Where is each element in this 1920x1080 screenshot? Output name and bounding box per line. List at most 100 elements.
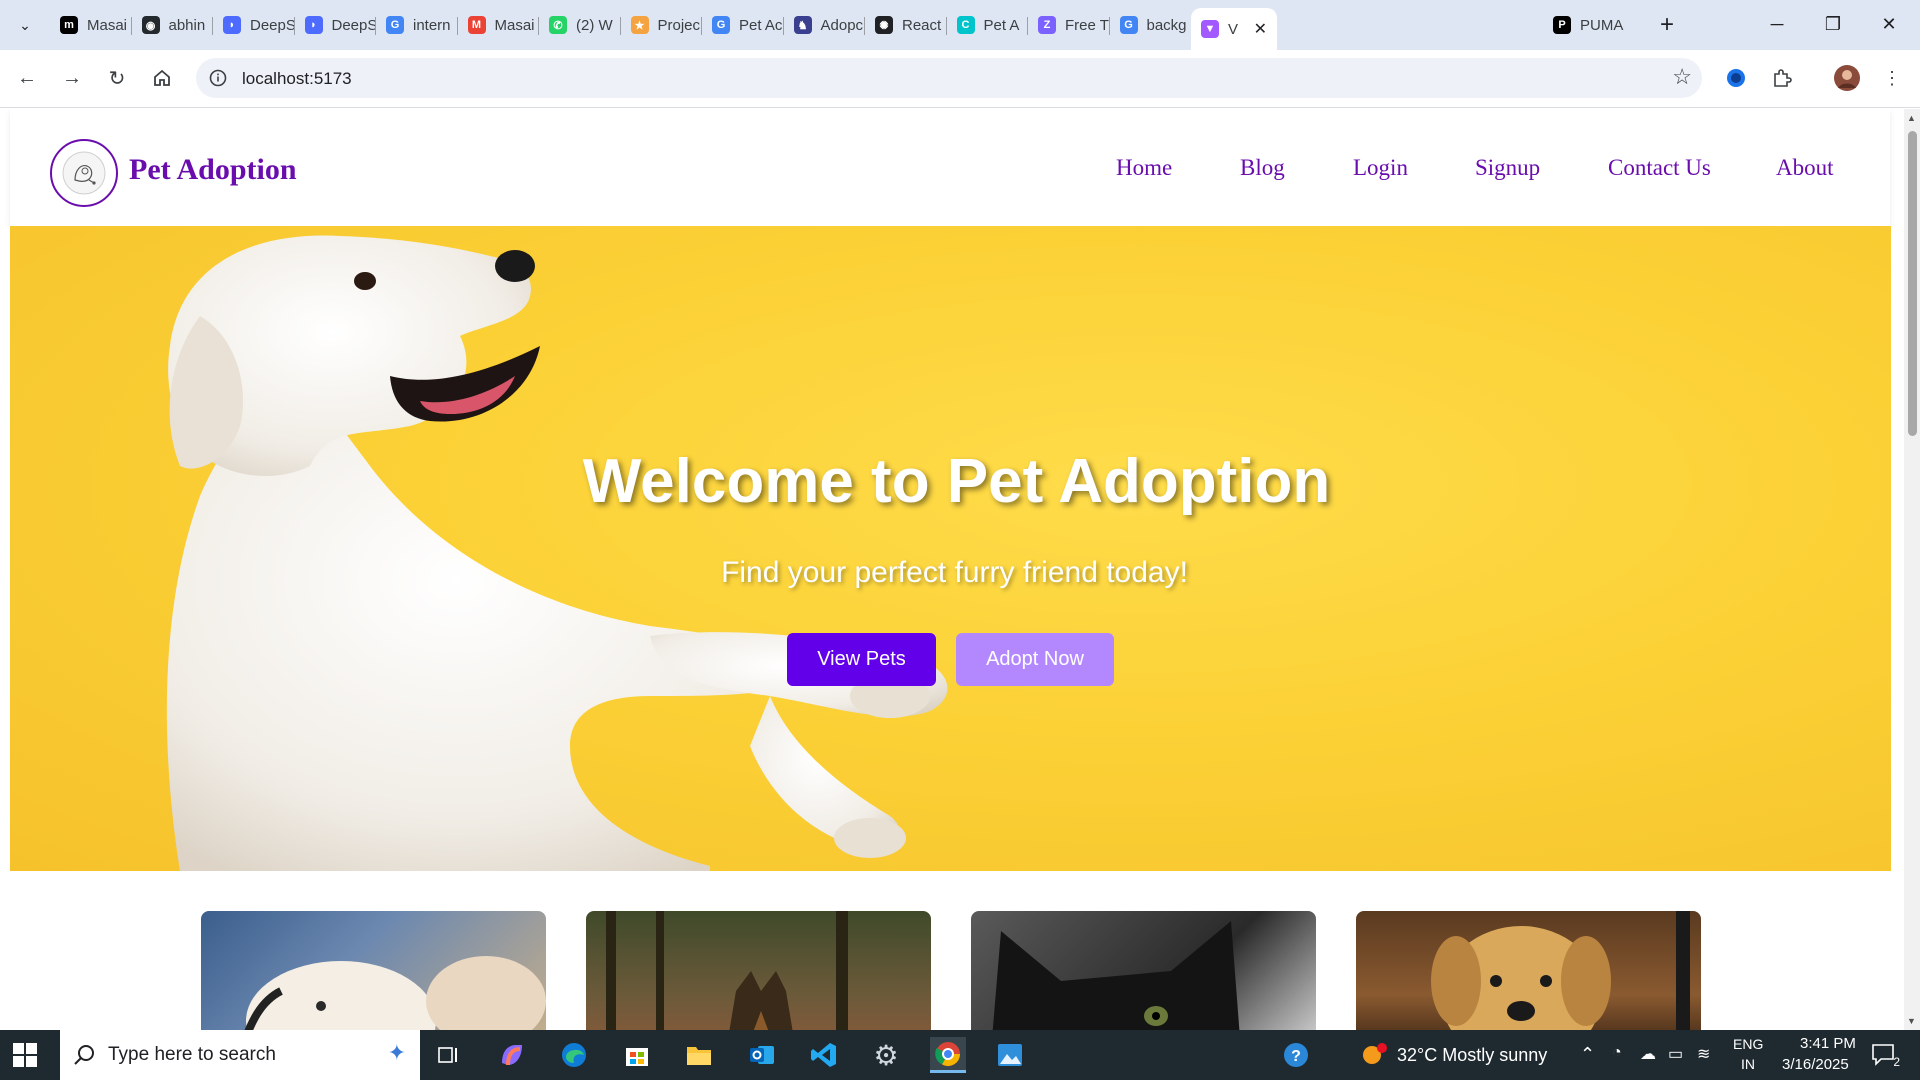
task-view-icon[interactable] (430, 1037, 466, 1073)
nav-about[interactable]: About (1776, 155, 1834, 181)
brand-name[interactable]: Pet Adoption (129, 153, 297, 187)
nav-blog[interactable]: Blog (1240, 155, 1285, 181)
wifi-icon[interactable]: ≋ (1697, 1044, 1710, 1064)
browser-tab[interactable]: Gbackg (1110, 8, 1192, 42)
vscode-icon[interactable] (806, 1037, 842, 1073)
browser-tab[interactable]: ◉ abhin (132, 8, 213, 42)
browser-menu-icon[interactable]: ⋮ (1877, 63, 1907, 93)
nav-home[interactable]: Home (1116, 155, 1172, 181)
windows-start-icon[interactable] (12, 1042, 38, 1068)
browser-tab[interactable]: Z Free T (1028, 8, 1110, 42)
close-tab-icon[interactable]: ✕ (1254, 19, 1267, 39)
browser-tab[interactable]: C Pet A (947, 8, 1028, 42)
browser-tab[interactable]: ★ Projec (621, 8, 702, 42)
clock-time[interactable]: 3:41 PM (1800, 1035, 1856, 1052)
white-puppy-card[interactable] (201, 911, 546, 1030)
outlook-icon[interactable] (744, 1037, 780, 1073)
browser-tab[interactable]: Gintern (376, 8, 458, 42)
language-top[interactable]: ENG (1733, 1036, 1763, 1052)
tab-search-button[interactable]: ⌄ (10, 12, 40, 38)
url-text: localhost:5173 (242, 69, 352, 88)
browser-tab[interactable]: ✆ (2) W (539, 8, 621, 42)
deepseek-icon: ◗ (223, 16, 241, 34)
browser-tab[interactable]: P PUMA (1543, 8, 1641, 42)
view-pets-button[interactable]: View Pets (787, 633, 936, 686)
file-explorer-icon[interactable] (681, 1037, 717, 1073)
browser-toolbar: ← → ↻ localhost:5173 ☆ ⋮ (0, 50, 1920, 108)
show-hidden-icons-icon[interactable]: ⌃ (1580, 1044, 1595, 1065)
browser-tab[interactable]: ◗ DeepS (295, 8, 377, 42)
address-bar[interactable]: localhost:5173 ☆ (196, 58, 1702, 98)
help-icon[interactable]: ? (1278, 1037, 1314, 1073)
scroll-down-arrow[interactable]: ▼ (1907, 1016, 1916, 1026)
browser-tab[interactable]: ♞ Adopc (784, 8, 865, 42)
browser-tab-title: DeepS (331, 16, 377, 34)
browser-tab-title: abhin (168, 16, 206, 34)
dog-hero-image (166, 235, 948, 871)
browser-tab[interactable]: ◗ DeepS (213, 8, 295, 42)
browser-tab-title: React (902, 16, 942, 34)
weather-text[interactable]: 32°C Mostly sunny (1397, 1045, 1547, 1066)
deepseek-icon: ◗ (304, 16, 323, 34)
home-button[interactable] (146, 62, 178, 94)
browser-tab[interactable]: ▼ V ✕ (1191, 8, 1277, 50)
avatar[interactable] (1832, 63, 1862, 93)
search-icon (74, 1045, 94, 1065)
browser-tab[interactable]: M Masai (458, 8, 539, 42)
copilot-app-icon[interactable] (494, 1037, 530, 1073)
language-bottom[interactable]: IN (1741, 1056, 1755, 1072)
browser-tab[interactable]: G Pet Ac (702, 8, 784, 42)
site-logo[interactable] (50, 139, 118, 207)
browser-tab-title: Masai (87, 16, 128, 34)
browser-tab-title: DeepS (250, 16, 295, 34)
network-icon[interactable]: ◔ (1612, 1044, 1622, 1062)
battery-icon[interactable]: ▭ (1668, 1044, 1683, 1064)
weather-icon[interactable] (1356, 1037, 1392, 1073)
nav-signup[interactable]: Signup (1475, 155, 1540, 181)
golden-puppy-image (1431, 911, 1690, 1030)
profile-extension-icon[interactable] (1721, 63, 1751, 93)
photos-app-icon[interactable] (992, 1037, 1028, 1073)
forward-button[interactable]: → (56, 62, 88, 94)
browser-tab[interactable]: ✺ React (865, 8, 947, 42)
home-icon (154, 69, 170, 86)
scroll-up-arrow[interactable]: ▲ (1907, 113, 1916, 123)
hero-title: Welcome to Pet Adoption (582, 447, 1331, 516)
extensions-puzzle-icon[interactable] (1767, 63, 1797, 93)
chrome-icon[interactable] (930, 1037, 966, 1073)
close-window-button[interactable]: ✕ (1866, 8, 1912, 40)
settings-gear-icon[interactable]: ⚙ (868, 1037, 904, 1073)
openai-icon: ✺ (875, 16, 893, 34)
reload-button[interactable]: ↻ (101, 62, 133, 94)
taskbar-search-box[interactable]: Type here to search ✦ (60, 1030, 420, 1080)
site-info-icon[interactable] (206, 66, 230, 90)
bookmark-star-icon[interactable]: ☆ (1672, 64, 1692, 90)
restore-button[interactable]: ❐ (1810, 8, 1856, 40)
cloud-icon[interactable]: ☁ (1640, 1044, 1656, 1064)
puma-icon: P (1553, 16, 1571, 34)
star-icon: ★ (630, 16, 649, 34)
new-tab-button[interactable]: + (1652, 10, 1682, 40)
edge-browser-icon[interactable] (556, 1037, 592, 1073)
svg-text:?: ? (1291, 1048, 1301, 1065)
german-shepherd-card[interactable] (586, 911, 931, 1030)
adopt-now-button[interactable]: Adopt Now (956, 633, 1114, 686)
microsoft-store-icon[interactable] (619, 1037, 655, 1073)
hero-banner: Welcome to Pet Adoption Find your perfec… (10, 226, 1891, 871)
nav-contact-us[interactable]: Contact Us (1608, 155, 1711, 181)
black-cat-image (992, 921, 1240, 1030)
clock-date[interactable]: 3/16/2025 (1782, 1056, 1849, 1073)
browser-tab[interactable]: m Masai (50, 8, 132, 42)
scrollbar-thumb[interactable] (1908, 131, 1917, 436)
notifications-icon[interactable]: 2 (1866, 1037, 1902, 1073)
back-button[interactable]: ← (11, 62, 43, 94)
browser-tab-title: PUMA (1580, 16, 1624, 34)
nav-login[interactable]: Login (1353, 155, 1408, 181)
page-scrollbar[interactable]: ▲ ▼ (1904, 109, 1920, 1030)
golden-puppy-card[interactable] (1356, 911, 1701, 1030)
vite-icon: ▼ (1201, 20, 1219, 38)
minimize-button[interactable]: ─ (1754, 8, 1800, 40)
dog-icon: ♞ (793, 16, 812, 34)
black-cat-card[interactable] (971, 911, 1316, 1030)
browser-tab-strip: ⌄ m Masai ◉ abhin ◗ DeepS ◗ DeepS Gintern M Masai ✆… (0, 0, 1920, 50)
